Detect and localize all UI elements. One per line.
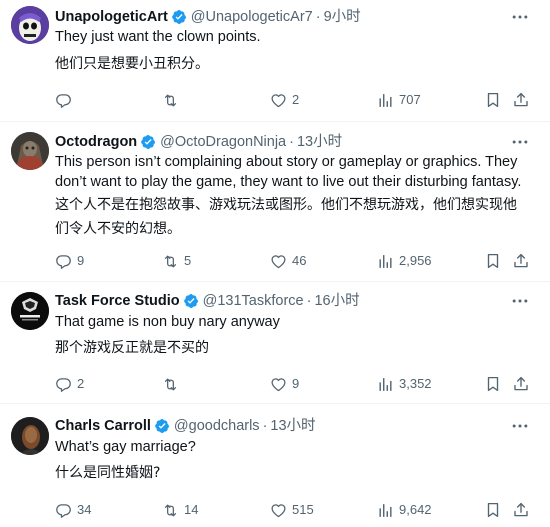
- verified-badge-icon: [154, 418, 170, 434]
- views-icon: [377, 92, 394, 109]
- reply-button[interactable]: 34: [55, 500, 91, 520]
- retweet-count: 5: [184, 253, 192, 268]
- verified-badge-icon: [140, 134, 156, 150]
- tweet[interactable]: Task Force Studio @131Taskforce · 16小时 T…: [0, 282, 550, 404]
- like-button[interactable]: 9: [270, 374, 299, 394]
- reply-count: 9: [77, 253, 85, 268]
- views-icon: [377, 253, 394, 270]
- more-icon[interactable]: [510, 291, 530, 311]
- like-count: 46: [292, 253, 307, 268]
- tweet-translation: 他们只是想要小丑积分。: [55, 56, 209, 72]
- tweet-translation: 什么是同性婚姻?: [55, 465, 161, 481]
- user-handle[interactable]: @UnapologeticAr7: [191, 8, 313, 26]
- tweet-header: Task Force Studio @131Taskforce · 16小时: [55, 292, 510, 310]
- like-count: 515: [292, 502, 314, 517]
- retweet-icon: [162, 253, 179, 270]
- views-icon: [377, 376, 394, 393]
- reply-icon: [55, 502, 72, 519]
- retweet-button[interactable]: 5: [162, 251, 191, 271]
- share-icon[interactable]: [512, 91, 530, 109]
- views-button[interactable]: 2,956: [377, 251, 432, 271]
- views-button[interactable]: 707: [377, 90, 421, 110]
- view-count: 2,956: [399, 253, 432, 268]
- reply-icon: [55, 92, 72, 109]
- views-button[interactable]: 3,352: [377, 374, 432, 394]
- timestamp[interactable]: 13小时: [297, 133, 342, 151]
- reply-count: 2: [77, 376, 85, 391]
- reply-button[interactable]: 2: [55, 374, 84, 394]
- reply-button[interactable]: [55, 90, 77, 110]
- avatar[interactable]: [11, 417, 49, 455]
- more-icon[interactable]: [510, 7, 530, 27]
- tweet-text: What’s gay marriage?: [55, 439, 196, 455]
- display-name[interactable]: Task Force Studio: [55, 292, 180, 310]
- more-icon[interactable]: [510, 132, 530, 152]
- avatar[interactable]: [11, 292, 49, 330]
- retweet-icon: [162, 92, 179, 109]
- view-count: 707: [399, 92, 421, 107]
- like-icon: [270, 253, 287, 270]
- tweet-text: This person isn’t complaining about stor…: [55, 154, 522, 190]
- more-icon[interactable]: [510, 416, 530, 436]
- avatar[interactable]: [11, 6, 49, 44]
- timestamp[interactable]: 9小时: [324, 8, 361, 26]
- share-icon[interactable]: [512, 501, 530, 519]
- verified-badge-icon: [183, 293, 199, 309]
- retweet-button[interactable]: [162, 90, 184, 110]
- tweet[interactable]: Charls Carroll @goodcharls · 13小时 What’s…: [0, 404, 550, 527]
- retweet-icon: [162, 376, 179, 393]
- separator-dot: ·: [262, 418, 268, 434]
- user-handle[interactable]: @OctoDragonNinja: [160, 133, 286, 151]
- reply-count: 34: [77, 502, 92, 517]
- view-count: 3,352: [399, 376, 432, 391]
- share-icon[interactable]: [512, 375, 530, 393]
- bookmark-icon[interactable]: [484, 91, 502, 109]
- separator-dot: ·: [315, 9, 321, 25]
- bookmark-icon[interactable]: [484, 375, 502, 393]
- share-icon[interactable]: [512, 252, 530, 270]
- reply-icon: [55, 253, 72, 270]
- separator-dot: ·: [306, 293, 312, 309]
- display-name[interactable]: Octodragon: [55, 133, 137, 151]
- separator-dot: ·: [289, 134, 294, 150]
- like-icon: [270, 502, 287, 519]
- retweet-count: 14: [184, 502, 199, 517]
- display-name[interactable]: Charls Carroll: [55, 417, 151, 435]
- like-button[interactable]: 515: [270, 500, 314, 520]
- tweet-translation: 那个游戏反正就是不买的: [55, 340, 209, 356]
- like-count: 9: [292, 376, 300, 391]
- like-icon: [270, 376, 287, 393]
- timestamp[interactable]: 16小时: [314, 292, 359, 310]
- reply-button[interactable]: 9: [55, 251, 84, 271]
- retweet-icon: [162, 502, 179, 519]
- tweet-text: That game is non buy nary anyway: [55, 314, 280, 330]
- avatar[interactable]: [11, 132, 49, 170]
- timestamp[interactable]: 13小时: [270, 417, 315, 435]
- tweet[interactable]: Octodragon @OctoDragonNinja · 13小时 This …: [0, 122, 550, 282]
- tweet[interactable]: UnapologeticArt @UnapologeticAr7 · 9小时 T…: [0, 0, 550, 122]
- retweet-button[interactable]: 14: [162, 500, 198, 520]
- tweet-header: UnapologeticArt @UnapologeticAr7 · 9小时: [55, 8, 510, 26]
- user-handle[interactable]: @goodcharls: [174, 417, 260, 435]
- views-icon: [377, 502, 394, 519]
- retweet-button[interactable]: [162, 374, 184, 394]
- tweet-translation: 这个人不是在抱怨故事、游戏玩法或图形。他们不想玩游戏，他们想实现他们令人不安的幻…: [55, 197, 517, 237]
- tweet-header: Octodragon @OctoDragonNinja · 13小时: [55, 133, 510, 151]
- verified-badge-icon: [171, 9, 187, 25]
- user-handle[interactable]: @131Taskforce: [203, 292, 304, 310]
- reply-icon: [55, 376, 72, 393]
- like-icon: [270, 92, 287, 109]
- views-button[interactable]: 9,642: [377, 500, 432, 520]
- view-count: 9,642: [399, 502, 432, 517]
- tweet-header: Charls Carroll @goodcharls · 13小时: [55, 417, 510, 435]
- like-button[interactable]: 46: [270, 251, 306, 271]
- tweet-text: They just want the clown points.: [55, 29, 261, 45]
- bookmark-icon[interactable]: [484, 501, 502, 519]
- like-count: 2: [292, 92, 300, 107]
- like-button[interactable]: 2: [270, 90, 299, 110]
- display-name[interactable]: UnapologeticArt: [55, 8, 168, 26]
- bookmark-icon[interactable]: [484, 252, 502, 270]
